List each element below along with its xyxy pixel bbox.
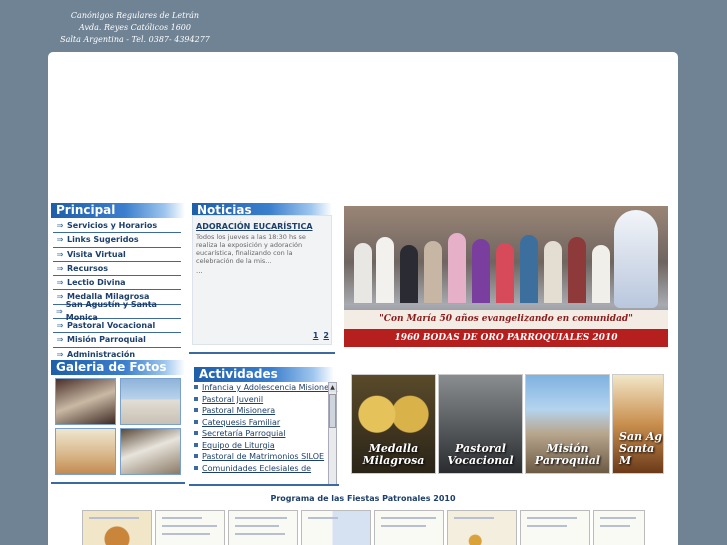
- header-line-2: Avda. Reyes Católicos 1600: [79, 23, 191, 32]
- activity-item[interactable]: Equipo de Liturgia: [192, 440, 339, 452]
- banner-anniversary: 1960 BODAS DE ORO PARROQUIALES 2010: [344, 329, 668, 347]
- arrow-icon: ⇒: [56, 235, 64, 245]
- tile-medalla-milagrosa[interactable]: Medalla Milagrosa: [351, 374, 436, 474]
- gallery-photo-3[interactable]: [55, 428, 116, 475]
- banner-figure: [376, 237, 394, 303]
- news-page-1[interactable]: 1: [313, 331, 319, 340]
- arrow-icon: ⇒: [56, 349, 64, 359]
- scroll-thumb[interactable]: [329, 394, 336, 428]
- program-page-2[interactable]: [155, 510, 225, 545]
- arrow-icon: ⇒: [56, 263, 64, 273]
- tile-pastoral-vocacional[interactable]: Pastoral Vocacional: [438, 374, 523, 474]
- activities-list: Infancia y Adolescencia Misionera Pastor…: [192, 382, 339, 486]
- news-item-body: Todos los jueves a las 18:30 hs se reali…: [196, 233, 306, 265]
- program-page-6[interactable]: [447, 510, 517, 545]
- gallery-header: Galeria de Fotos: [51, 360, 185, 375]
- banner-motto: "Con María 50 años evangelizando en comu…: [344, 310, 668, 329]
- header-line-3: Salta Argentina - Tel. 0387- 4394277: [60, 35, 210, 44]
- menu-item-visita[interactable]: ⇒ Visita Virtual: [53, 248, 181, 262]
- program-page-1[interactable]: [82, 510, 152, 545]
- arrow-icon: ⇒: [56, 335, 64, 345]
- menu-item-recursos[interactable]: ⇒ Recursos: [53, 262, 181, 277]
- news-divider: [189, 352, 335, 354]
- gallery-photo-2[interactable]: [120, 378, 181, 425]
- activities-scrollbar[interactable]: ▲: [328, 382, 337, 486]
- news-pagination: 12: [308, 331, 329, 340]
- menu-item-servicios[interactable]: ⇒ Servicios y Horarios: [53, 219, 181, 234]
- program-page-3[interactable]: [228, 510, 298, 545]
- activity-item[interactable]: Secretaría Parroquial: [192, 428, 339, 440]
- virgin-statue: [614, 210, 658, 308]
- gallery-divider: [51, 482, 185, 484]
- banner-figure: [448, 233, 466, 303]
- banner-figure: [592, 245, 610, 303]
- arrow-icon: ⇒: [56, 278, 64, 288]
- news-item-title[interactable]: ADORACIÓN EUCARÍSTICA: [193, 216, 331, 231]
- anniversary-banner[interactable]: "Con María 50 años evangelizando en comu…: [344, 206, 668, 347]
- news-page-2[interactable]: 2: [323, 331, 329, 340]
- activity-item[interactable]: Infancia y Adolescencia Misionera: [192, 382, 339, 394]
- menu-item-mision[interactable]: ⇒ Misión Parroquial: [53, 333, 181, 348]
- banner-figure: [354, 243, 372, 303]
- tile-label: Medalla Milagrosa: [362, 442, 425, 467]
- banner-figure: [424, 241, 442, 303]
- gallery-photo-4[interactable]: [120, 428, 181, 475]
- activity-item[interactable]: Pastoral Misionera: [192, 405, 339, 417]
- banner-figure: [472, 239, 490, 303]
- program-page-5[interactable]: [374, 510, 444, 545]
- menu-item-lectio[interactable]: ⇒ Lectio Divina: [53, 276, 181, 291]
- main-panel: Principal ⇒ Servicios y Horarios ⇒ Links S…: [48, 52, 678, 545]
- banner-figure: [568, 237, 586, 303]
- tile-mision-parroquial[interactable]: Misión Parroquial: [525, 374, 610, 474]
- activities-header: Actividades: [194, 367, 334, 382]
- banner-figure: [544, 241, 562, 303]
- gallery-photo-1[interactable]: [55, 378, 116, 425]
- activity-item[interactable]: Pastoral Juvenil: [192, 394, 339, 406]
- arrow-icon: ⇒: [56, 249, 64, 259]
- activity-item[interactable]: Catequesis Familiar: [192, 417, 339, 429]
- program-title: Programa de las Fiestas Patronales 2010: [270, 494, 456, 503]
- principal-menu: ⇒ Servicios y Horarios ⇒ Links Sugeridos ⇒…: [53, 219, 181, 362]
- tile-san-agustin[interactable]: San Ag Santa M: [612, 374, 664, 474]
- banner-figure: [496, 243, 514, 303]
- parish-header: Canónigos Regulares de Letrán Avda. Reye…: [60, 10, 210, 46]
- arrow-icon: ⇒: [56, 306, 63, 316]
- menu-item-links[interactable]: ⇒ Links Sugeridos: [53, 233, 181, 248]
- arrow-icon: ⇒: [56, 321, 64, 331]
- activity-item[interactable]: Comunidades Eclesiales de: [192, 463, 339, 475]
- tile-label: San Ag Santa M: [619, 430, 663, 467]
- banner-figure: [520, 235, 538, 303]
- tile-label: Misión Parroquial: [534, 442, 601, 467]
- scroll-up-icon[interactable]: ▲: [329, 383, 336, 392]
- arrow-icon: ⇒: [56, 221, 64, 230]
- news-box: ADORACIÓN EUCARÍSTICA Todos los jueves a…: [192, 215, 332, 345]
- tile-label: Pastoral Vocacional: [447, 442, 514, 467]
- header-line-1: Canónigos Regulares de Letrán: [70, 11, 200, 20]
- activities-divider: [189, 484, 339, 486]
- program-page-7[interactable]: [520, 510, 590, 545]
- activity-item[interactable]: Pastoral de Matrimonios SILOE: [192, 451, 339, 463]
- menu-item-san-agustin[interactable]: ⇒ San Agustín y Santa Monica: [53, 300, 181, 322]
- principal-header: Principal: [51, 203, 185, 218]
- news-ellipsis: ...: [196, 267, 203, 275]
- banner-figure: [400, 245, 418, 303]
- program-page-8[interactable]: [593, 510, 645, 545]
- program-page-4[interactable]: [301, 510, 371, 545]
